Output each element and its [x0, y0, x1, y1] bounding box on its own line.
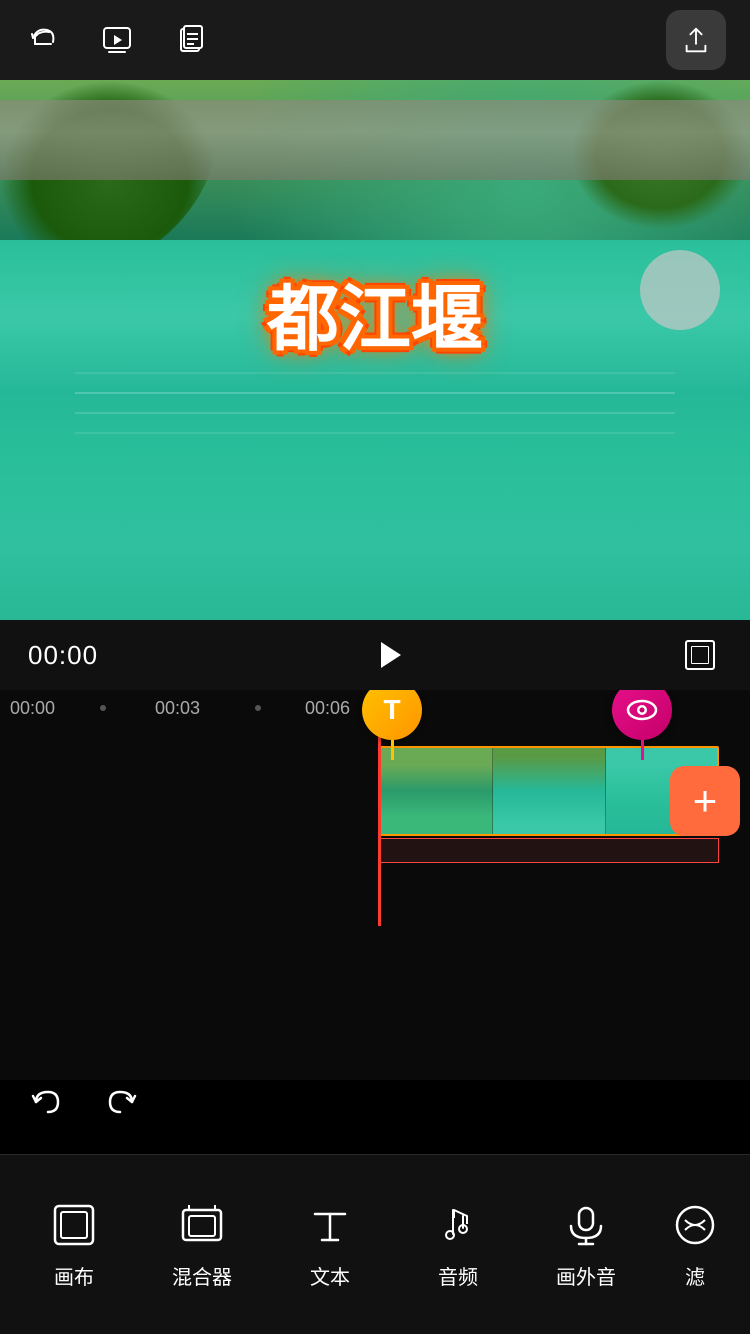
fullscreen-icon	[685, 640, 715, 670]
text-marker-pin	[391, 740, 394, 760]
video-preview: 都江堰	[0, 80, 750, 620]
toolbar-left-icons	[24, 21, 210, 59]
effect-marker[interactable]	[612, 690, 672, 760]
timeline-left-area	[0, 726, 378, 906]
effect-marker-pin	[641, 740, 644, 760]
audio-icon	[432, 1199, 484, 1251]
playback-bar: 00:00	[0, 620, 750, 690]
tool-filter[interactable]: 滤	[669, 1199, 721, 1290]
video-background: 都江堰	[0, 80, 750, 620]
timeline-area: 00:00 00:03 00:06 T +	[0, 690, 750, 1080]
text-marker[interactable]: T	[362, 690, 422, 760]
play-icon	[381, 642, 401, 668]
effect-marker-icon	[612, 690, 672, 740]
clip-thumb-2	[493, 748, 605, 834]
voiceover-label: 画外音	[556, 1261, 616, 1290]
filter-icon	[669, 1199, 721, 1251]
top-toolbar	[0, 0, 750, 80]
text-marker-icon: T	[362, 690, 422, 740]
mixer-icon	[176, 1199, 228, 1251]
undo-redo-bar	[24, 1080, 144, 1124]
audio-label: 音频	[438, 1261, 478, 1290]
redo-button[interactable]	[100, 1080, 144, 1124]
time-marker-0: 00:00	[10, 698, 55, 719]
text-icon	[304, 1199, 356, 1251]
canvas-icon	[48, 1199, 100, 1251]
clip-thumb-1	[381, 748, 493, 834]
add-clip-button[interactable]: +	[670, 766, 740, 836]
video-overlay-title: 都江堰	[267, 260, 483, 365]
bottom-toolbar: 画布 混合器 文本	[0, 1154, 750, 1334]
voiceover-icon	[560, 1199, 612, 1251]
fullscreen-button[interactable]	[678, 633, 722, 677]
layers-icon[interactable]	[172, 21, 210, 59]
mixer-label: 混合器	[172, 1261, 232, 1290]
text-label: 文本	[310, 1261, 350, 1290]
time-marker-3: 00:03	[155, 698, 200, 719]
filter-label: 滤	[685, 1261, 705, 1290]
tool-text[interactable]: 文本	[285, 1199, 375, 1290]
canvas-label: 画布	[54, 1261, 94, 1290]
play-button[interactable]	[366, 633, 410, 677]
tool-voiceover[interactable]: 画外音	[541, 1199, 631, 1290]
ruler-dot-2	[255, 705, 261, 711]
time-marker-6: 00:06	[305, 698, 350, 719]
tool-audio[interactable]: 音频	[413, 1199, 503, 1290]
tool-mixer[interactable]: 混合器	[157, 1199, 247, 1290]
undo-button[interactable]	[24, 1080, 68, 1124]
time-display: 00:00	[28, 640, 98, 671]
tool-canvas[interactable]: 画布	[29, 1199, 119, 1290]
play-preview-icon[interactable]	[98, 21, 136, 59]
circle-overlay-button[interactable]	[640, 250, 720, 330]
back-icon[interactable]	[24, 21, 62, 59]
stone-wall	[0, 100, 750, 180]
export-button[interactable]	[666, 10, 726, 70]
ruler-dot-1	[100, 705, 106, 711]
text-track[interactable]	[379, 838, 719, 863]
